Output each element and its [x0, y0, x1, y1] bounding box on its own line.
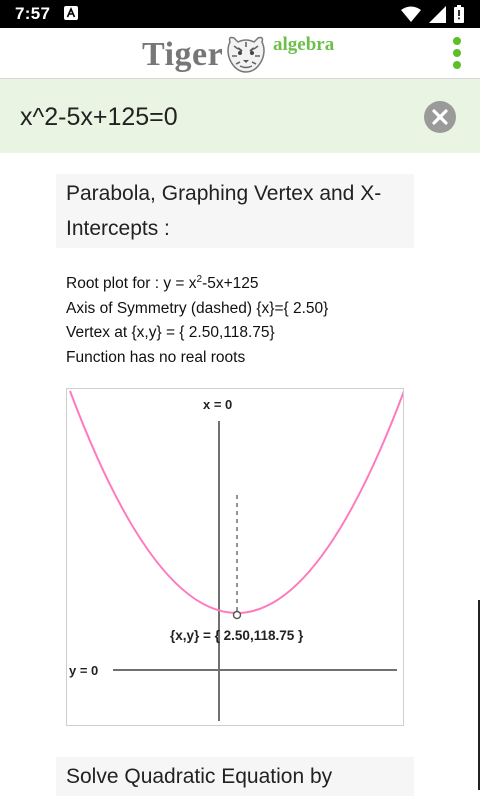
tiger-head-icon	[227, 36, 265, 73]
clear-button[interactable]	[424, 101, 456, 133]
status-bar: 7:57	[0, 0, 480, 28]
parabola-graph-svg: x = 0 y = 0 {x,y} = { 2.50,118.75 }	[69, 390, 405, 721]
x0-label: x = 0	[203, 397, 232, 412]
vertex-label: {x,y} = { 2.50,118.75 }	[170, 628, 304, 643]
section-heading-parabola: Parabola, Graphing Vertex and X-Intercep…	[56, 174, 414, 248]
section-heading-solve-quadratic: Solve Quadratic Equation by	[56, 757, 414, 796]
menu-dot-icon	[453, 61, 461, 69]
y0-label: y = 0	[69, 663, 98, 678]
parabola-graph: x = 0 y = 0 {x,y} = { 2.50,118.75 }	[66, 388, 405, 726]
battery-icon	[454, 5, 464, 23]
logo-algebra-text: algebra	[273, 34, 335, 55]
close-icon	[432, 109, 448, 125]
vertex-line: Vertex at {x,y} = { 2.50,118.75}	[66, 324, 275, 342]
logo-tiger-text: Tiger	[142, 36, 224, 73]
root-plot-line: Root plot for : y = x2-5x+125	[66, 274, 259, 293]
equation-input-bar	[0, 79, 480, 153]
equation-input[interactable]	[20, 99, 410, 135]
menu-dot-icon	[453, 37, 461, 45]
axis-of-symmetry-line: Axis of Symmetry (dashed) {x}={ 2.50}	[66, 299, 329, 317]
status-time: 7:57	[15, 4, 51, 23]
parabola-curve	[69, 390, 405, 614]
status-icons	[401, 5, 464, 23]
app-bar: Tiger algebra	[0, 28, 480, 79]
vertex-point	[232, 610, 242, 620]
menu-dot-icon	[453, 49, 461, 57]
overflow-menu-button[interactable]	[450, 36, 464, 70]
notification-icon	[64, 6, 78, 20]
solution-info: Root plot for : y = x2-5x+125 Axis of Sy…	[66, 268, 328, 370]
wifi-icon	[401, 6, 421, 22]
signal-icon	[429, 5, 446, 23]
roots-line: Function has no real roots	[66, 348, 246, 366]
